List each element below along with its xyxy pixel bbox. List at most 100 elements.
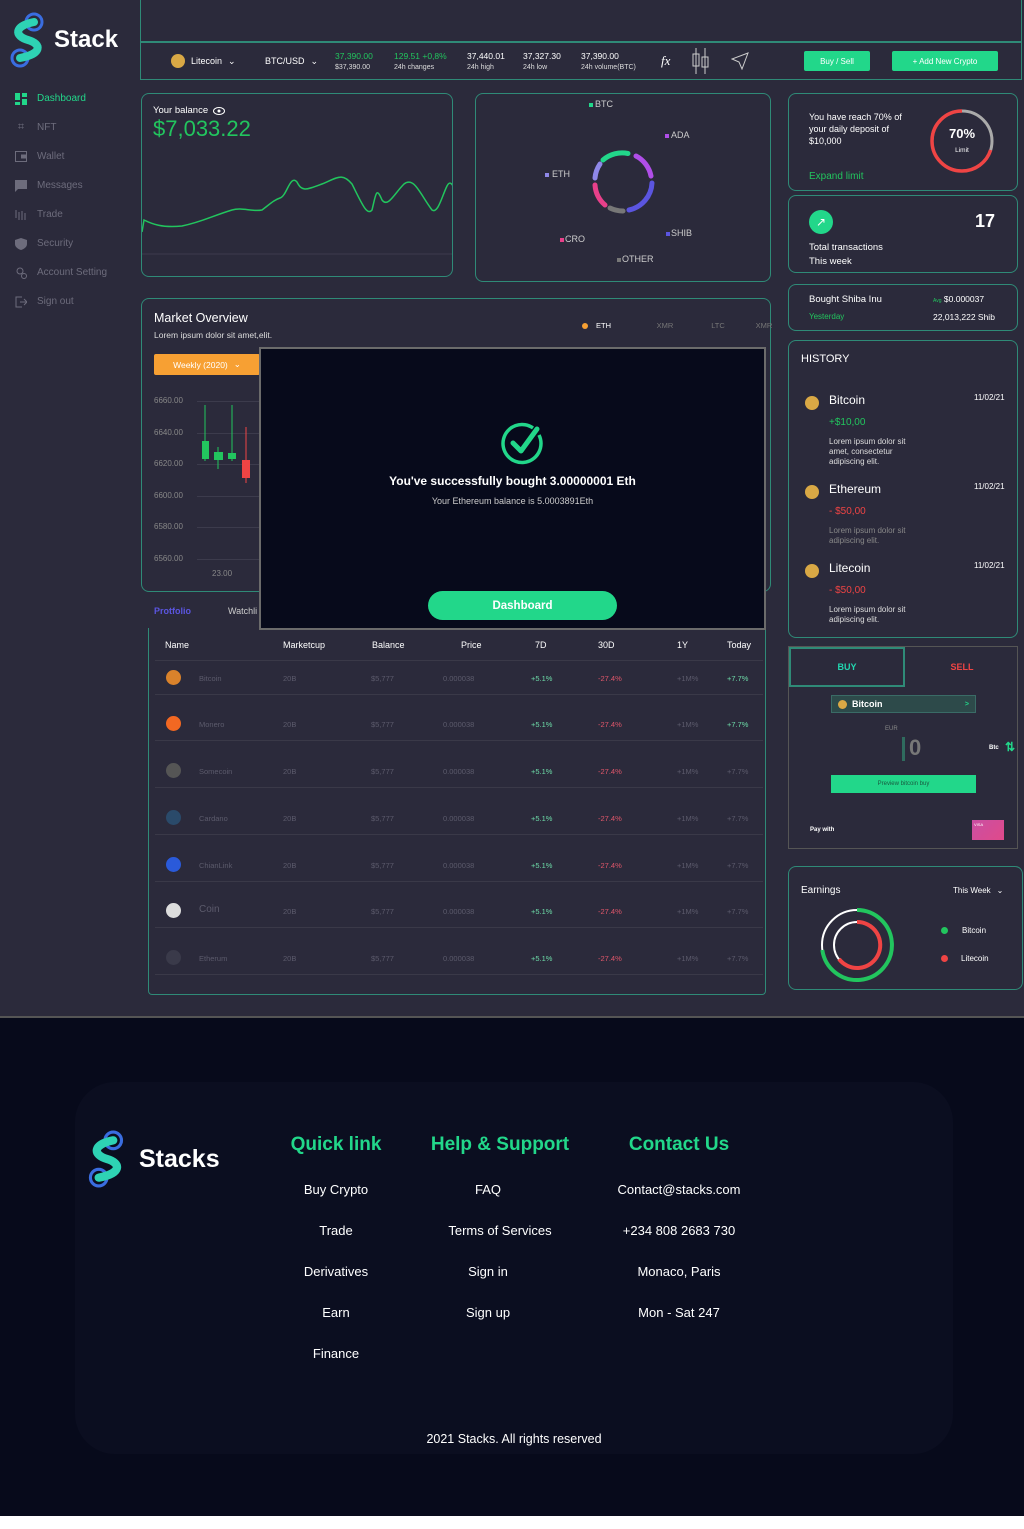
table-row[interactable]: Monero 20B $5,777 0.000038 +5.1% -27.4% +1M% +7… [149,712,765,740]
swap-icon[interactable]: ⇅ [1005,740,1015,754]
footer-col-title: Contact Us [628,1134,730,1155]
sidebar-item-security[interactable]: Security [14,229,107,258]
footer-link[interactable]: Terms of Services [420,1223,580,1238]
volume-label: 24h volume(BTC) [581,64,636,71]
cell-name: Monero [199,720,225,729]
preview-buy-button[interactable]: Preview bitcoin buy [831,775,976,793]
market-tab-ltc[interactable]: LTC [692,321,744,330]
sidebar-item-dashboard[interactable]: Dashboard [14,84,107,113]
sidebar-item-label: Trade [37,209,63,220]
history-item[interactable]: Litecoin 11/02/21 - $50,00 Lorem ipsum d… [789,559,1017,639]
col-header-1y[interactable]: 1Y [677,640,688,650]
buy-sell-button[interactable]: Buy / Sell [804,51,870,71]
coin-select[interactable]: Litecoin ⌄ [171,54,236,68]
sidebar-item-account-setting[interactable]: Account Setting [14,258,107,287]
stacks-logo-icon [88,1130,124,1188]
amount-input[interactable]: 0 [909,735,921,761]
visa-card-icon[interactable]: VISA [972,820,1004,840]
legend-swatch [589,103,593,107]
send-icon[interactable] [731,52,749,70]
footer-link[interactable]: Sign up [396,1305,580,1320]
sidebar-item-messages[interactable]: Messages [14,171,107,200]
ethereum-icon [805,485,819,499]
footer-link[interactable]: Finance [275,1346,397,1361]
tab-portfolio[interactable]: Protfolio [154,606,191,616]
col-header-balance[interactable]: Balance [372,640,405,650]
add-new-crypto-button[interactable]: + Add New Crypto [892,51,998,71]
col-header-marketcup[interactable]: Marketcup [283,640,325,650]
history-amount: - $50,00 [829,506,866,517]
cell-cap: 20B [283,861,297,870]
pair-select[interactable]: BTC/USD ⌄ [265,56,318,67]
col-header-7d[interactable]: 7D [535,640,547,650]
period-dropdown[interactable]: Weekly (2020) ⌄ [154,354,260,375]
table-row[interactable]: ChianLink 20B $5,777 0.000038 +5.1% -27.4% +1M… [149,853,765,881]
footer-contact-phone[interactable]: +234 808 2683 730 [605,1223,753,1238]
footer-link[interactable]: Buy Crypto [275,1182,397,1197]
cell-price: 0.000038 [443,720,475,729]
stack-logo-icon [10,12,44,68]
table-row[interactable]: Cardano 20B $5,777 0.000038 +5.1% -27.4% +1M% +… [149,806,765,834]
footer-logo[interactable]: Stacks [87,1130,220,1188]
sidebar-item-wallet[interactable]: Wallet [14,142,107,171]
cell-balance: $5,777 [371,767,394,776]
col-header-name[interactable]: Name [165,640,189,650]
trade-widget: BUY SELL Bitcoin > EUR 0 Btc ⇅ Preview b… [788,646,1018,849]
sidebar-item-trade[interactable]: Trade [14,200,107,229]
footer-col-help: Help & Support FAQ Terms of Services Sig… [420,1134,580,1320]
history-item[interactable]: Bitcoin 11/02/21 +$10,00 Lorem ipsum dol… [789,391,1017,471]
donut-segment-btc [600,150,631,163]
tab-watchlist[interactable]: Watchli [228,606,257,616]
balance-value: $7,033.22 [153,116,251,141]
sidebar-item-sign-out[interactable]: Sign out [14,287,107,316]
footer: Stacks Quick link Buy Crypto Trade Deriv… [0,1016,1024,1516]
change-value: 129.51 [394,51,420,61]
history-card: HISTORY Bitcoin 11/02/21 +$10,00 Lorem i… [788,340,1018,638]
earnings-legend-litecoin: Litecoin [941,954,989,963]
market-tab-xmr[interactable]: XMR [638,321,692,330]
footer-link[interactable]: Sign in [396,1264,580,1279]
col-header-30d[interactable]: 30D [598,640,615,650]
footer-link[interactable]: Trade [275,1223,397,1238]
market-tab-xmr-2[interactable]: XMR [744,321,784,330]
legend-cro: CRO [560,234,585,244]
eye-icon[interactable] [213,106,226,115]
earnings-period-dropdown[interactable]: This Week ⌄ [953,886,1003,895]
footer-link[interactable]: Earn [275,1305,397,1320]
row-divider [155,834,763,835]
table-row[interactable]: Somecoin 20B $5,777 0.000038 +5.1% -27.4% +1M%… [149,759,765,787]
history-coin: Ethereum [829,482,882,496]
table-row[interactable]: Etherum 20B $5,777 0.000038 +5.1% -27.4% +1M% +… [149,946,765,974]
footer-link[interactable]: FAQ [396,1182,580,1197]
coin-picker[interactable]: Bitcoin > [831,695,976,713]
y-tick: 6660.00 [154,396,183,405]
col-header-price[interactable]: Price [461,640,482,650]
candle [228,405,236,461]
candlestick-icon[interactable] [691,47,711,75]
history-desc: Lorem ipsum dolor sit adipiscing elit. [829,605,906,624]
sell-tab[interactable]: SELL [905,647,1019,687]
expand-limit-link[interactable]: Expand limit [809,171,863,182]
limit-text: You have reach 70% of your daily deposit… [809,112,902,146]
brand-logo[interactable]: Stack [10,12,118,68]
history-item[interactable]: Ethereum 11/02/21 - $50,00 Lorem ipsum d… [789,480,1017,560]
fx-icon[interactable]: fx [661,53,670,69]
copyright: 2021 Stacks. All rights reserved [426,1432,602,1446]
y-tick: 6600.00 [154,490,183,500]
cell-name: Bitcoin [199,674,222,683]
dashboard-button[interactable]: Dashboard [428,591,617,620]
table-row[interactable]: Coin 20B $5,777 0.000038 +5.1% -27.4% +1M% +7.7… [149,899,765,927]
footer-link[interactable]: Derivatives [275,1264,397,1279]
footer-contact-email[interactable]: Contact@stacks.com [605,1182,753,1197]
market-tab-eth[interactable]: ETH [582,321,638,330]
col-header-today[interactable]: Today [727,640,751,650]
table-row[interactable]: Bitcoin 20B $5,777 0.000038 +5.1% -27.4% +1M% +… [149,666,765,694]
chevron-down-icon: ⌄ [310,55,319,66]
sidebar-item-nft[interactable]: ⌗ NFT [14,113,107,142]
chevron-right-icon: > [964,700,969,708]
footer-col-title: Help & Support [430,1134,570,1155]
candle [202,405,209,461]
history-title: HISTORY [801,353,850,365]
low-label: 24h low [523,64,548,71]
buy-tab[interactable]: BUY [789,647,905,687]
